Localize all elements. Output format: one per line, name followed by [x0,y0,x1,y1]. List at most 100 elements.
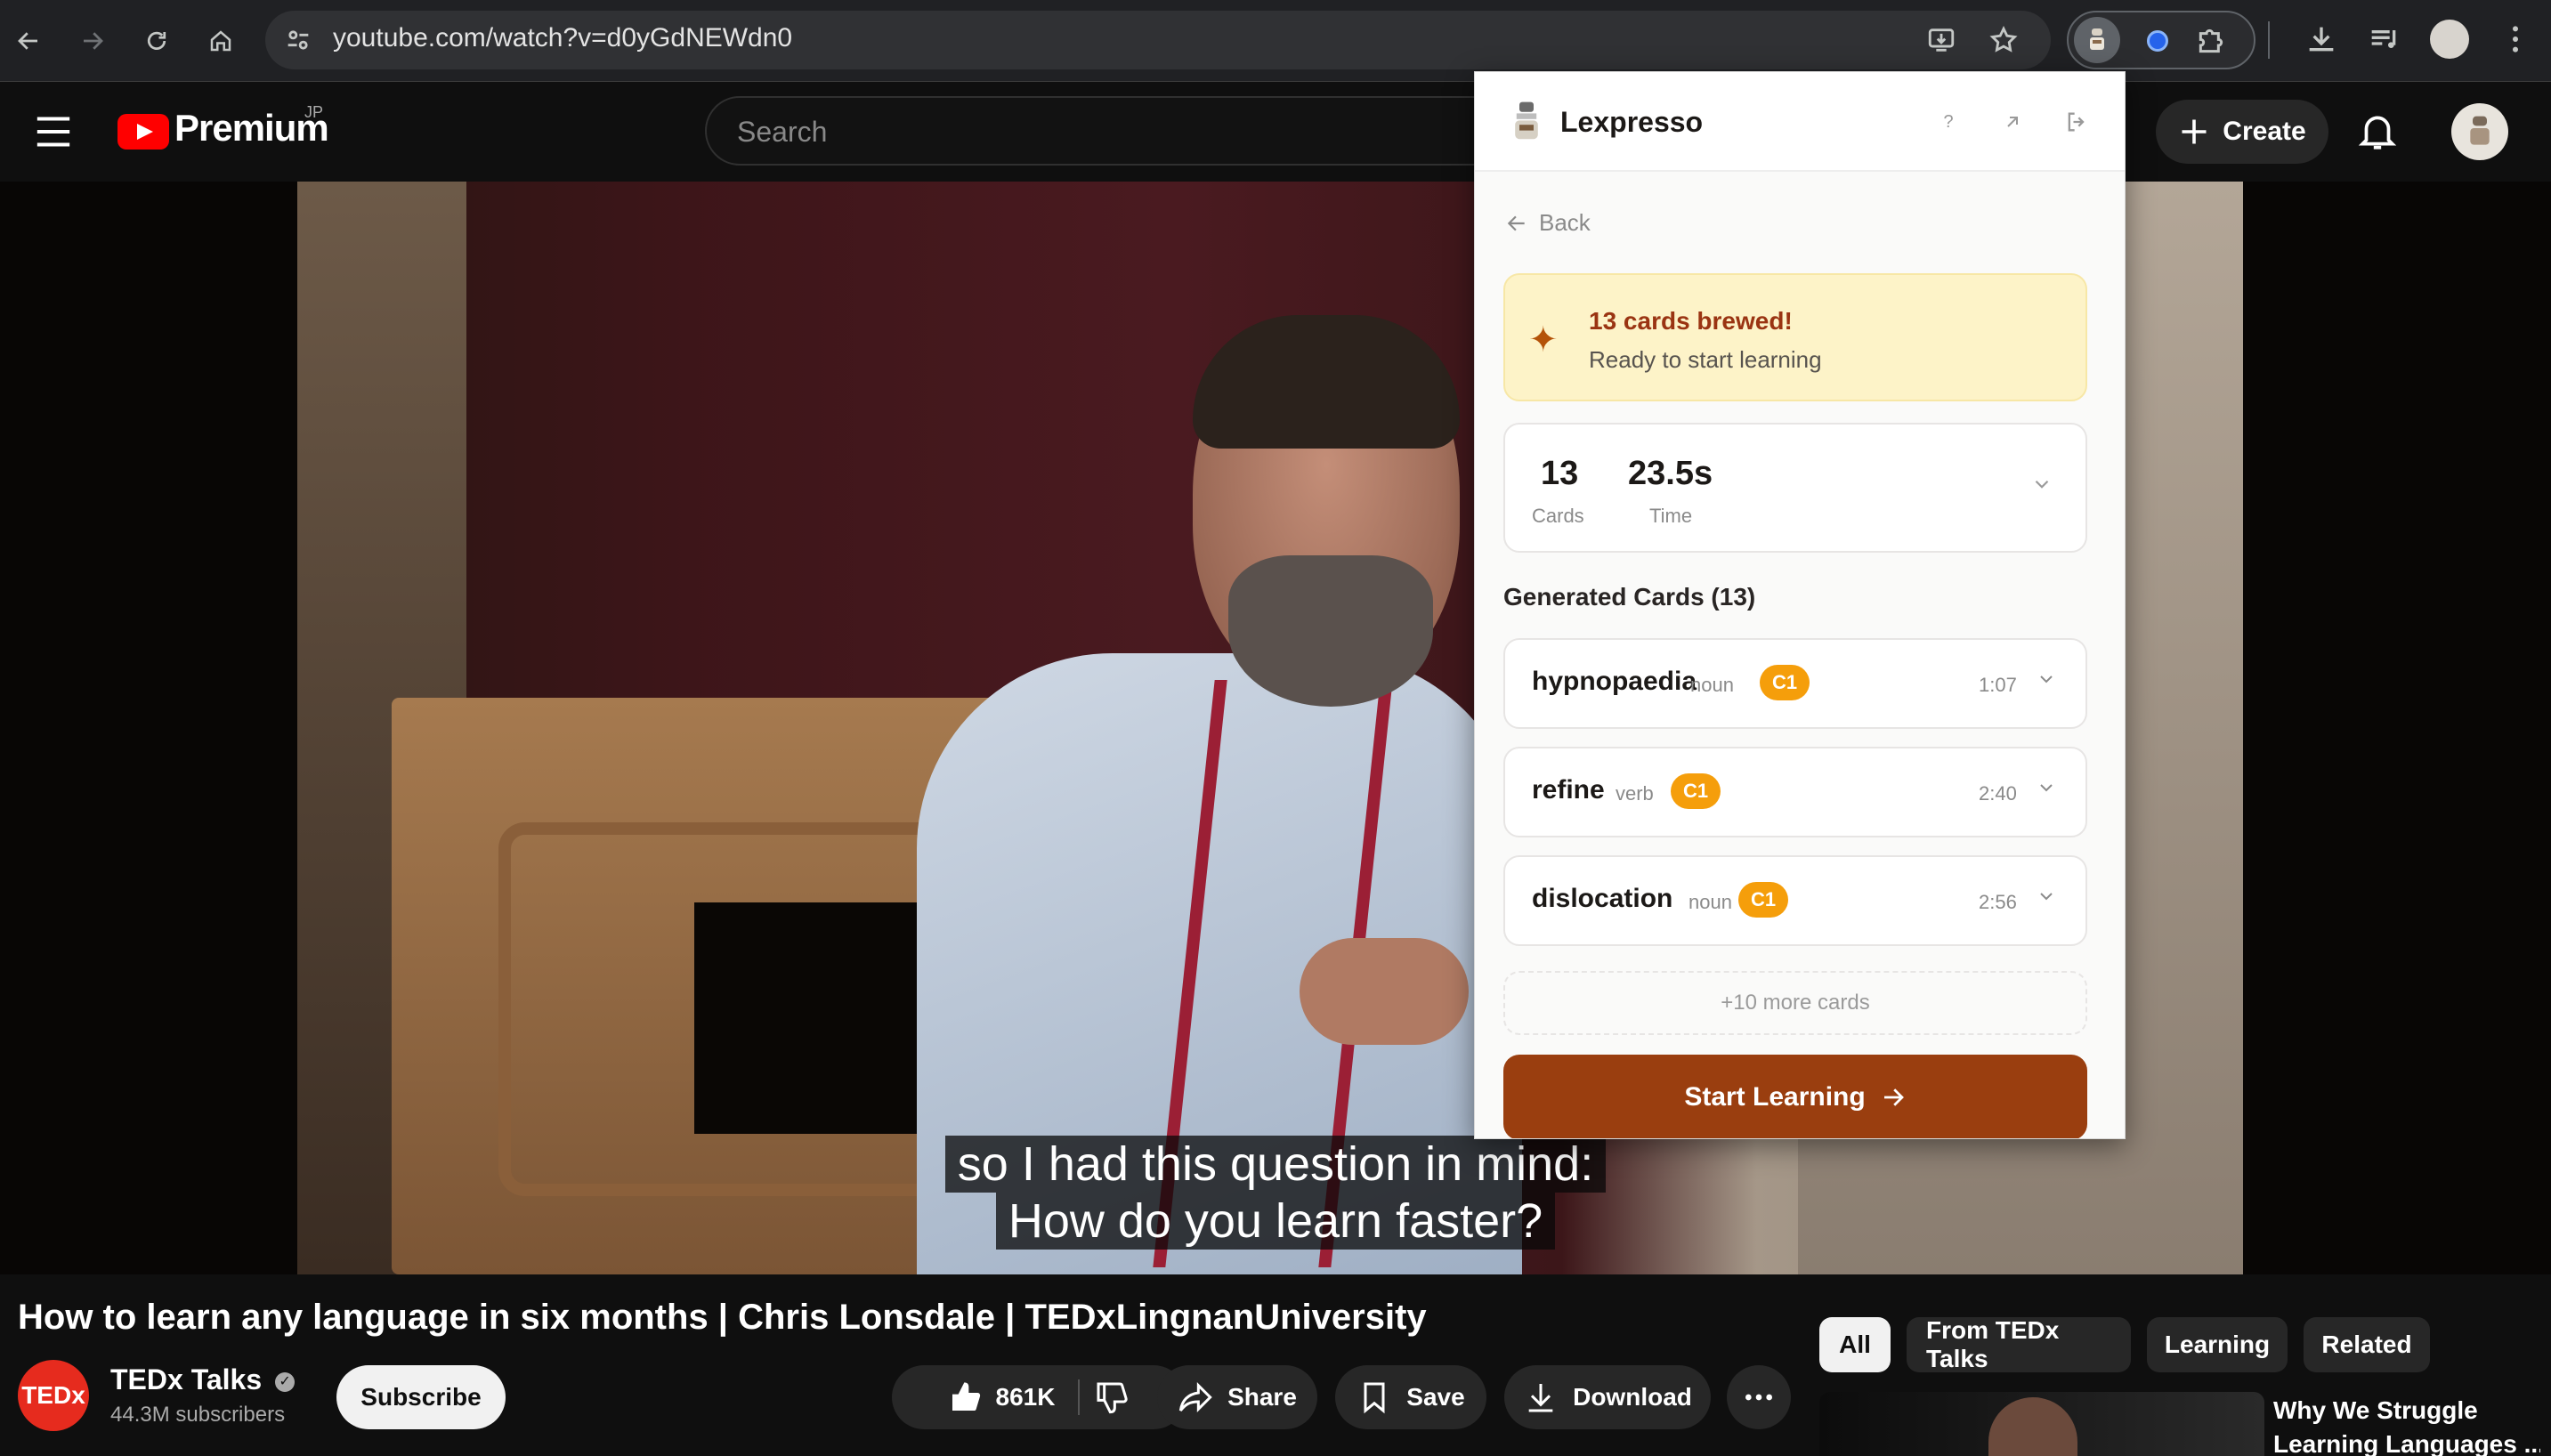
chip-from-tedx-talks[interactable]: From TEDx Talks [1907,1316,2131,1372]
start-learning-button[interactable]: Start Learning [1503,1055,2087,1138]
video-speaker-hand [1300,938,1469,1045]
media-control-icon[interactable] [2366,21,2401,57]
like-button[interactable]: 861K [948,1379,1081,1415]
chip-learning[interactable]: Learning [2147,1317,2288,1372]
more-vertical-icon[interactable] [2498,21,2533,57]
card-level-badge: C1 [1760,665,1810,700]
youtube-logo-icon[interactable] [117,114,169,150]
video-player[interactable]: so I had this question in mind: How do y… [0,182,2551,1274]
share-label: Share [1227,1383,1297,1411]
reco-title-line-2: Learning Languages ... [2273,1430,2540,1456]
card-item[interactable]: refine verb C1 2:40 [1503,747,2087,837]
browser-toolbar: youtube.com/watch?v=d0yGdNEWdn0 [0,0,2551,82]
notifications-bell-icon[interactable] [2355,109,2400,153]
download-button[interactable]: Download [1504,1365,1711,1429]
back-arrow-icon [1507,215,1525,231]
share-button[interactable]: Share [1157,1365,1317,1429]
home-icon[interactable] [196,16,246,66]
time-label: Time [1649,505,1693,527]
download-label: Download [1573,1383,1692,1411]
back-button[interactable]: Back [1505,209,1591,237]
logout-icon[interactable] [2059,104,2094,140]
like-count: 861K [995,1383,1056,1411]
open-external-icon[interactable] [1995,104,2030,140]
save-label: Save [1406,1383,1465,1411]
address-bar[interactable]: youtube.com/watch?v=d0yGdNEWdn0 [265,11,2051,69]
card-level-badge: C1 [1738,882,1789,918]
channel-name-text[interactable]: TEDx Talks [110,1363,262,1395]
dislike-button[interactable] [1094,1379,1130,1415]
install-app-icon[interactable] [1926,25,1956,55]
recommended-video-thumbnail[interactable] [1819,1392,2264,1456]
save-button[interactable]: Save [1335,1365,1486,1429]
bookmark-star-icon[interactable] [1988,25,2019,55]
caption-line-2: How do you learn faster? [995,1193,1556,1250]
extension-title: Lexpresso [1560,106,1704,138]
chip-all[interactable]: All [1819,1317,1891,1372]
card-part-of-speech: noun [1690,674,1734,696]
forward-arrow-icon[interactable] [68,16,117,66]
card-timestamp: 1:07 [1979,674,2017,696]
verified-check-icon: ✓ [275,1371,296,1392]
hamburger-menu-icon[interactable] [34,114,73,150]
card-timestamp: 2:40 [1979,782,2017,805]
caption-line-1: so I had this question in mind: [944,1136,1607,1193]
account-avatar[interactable] [2451,103,2508,160]
cards-count: 13 [1541,455,1579,492]
card-part-of-speech: verb [1616,782,1654,805]
card-timestamp: 2:56 [1979,891,2017,913]
thumbs-down-icon [1097,1382,1129,1414]
chevron-down-icon[interactable] [2036,777,2057,798]
video-info: How to learn any language in six months … [0,1274,2551,1456]
card-word: dislocation [1532,884,1673,913]
lexpresso-logo-icon [1510,101,1543,143]
back-arrow-icon[interactable] [4,16,53,66]
reload-icon[interactable] [132,16,182,66]
plus-icon [2182,119,2207,144]
start-learning-label: Start Learning [1684,1082,1866,1112]
reco-title-line-1: Why We Struggle [2273,1396,2478,1424]
youtube-header: Premium JP Search Create [0,82,2551,182]
puzzle-extensions-icon[interactable] [2193,23,2229,59]
channel-avatar[interactable]: TEDx [18,1360,89,1431]
card-word: hypnopaedia [1532,667,1697,696]
card-item[interactable]: dislocation noun C1 2:56 [1503,855,2087,946]
share-icon [1178,1382,1212,1412]
extensions-group [2067,11,2255,69]
chevron-down-icon[interactable] [2036,886,2057,907]
recommended-video-title[interactable]: Why We Struggle Learning Languages ... [2273,1394,2540,1456]
video-speaker-beard [1228,555,1433,707]
help-icon[interactable]: ? [1931,104,1966,140]
card-item[interactable]: hypnopaedia noun C1 1:07 [1503,638,2087,729]
screen: youtube.com/watch?v=d0yGdNEWdn0 Premium … [0,0,2551,1456]
chevron-down-icon[interactable] [2030,473,2053,496]
thumbnail-person [1988,1397,2077,1456]
lexpresso-extension-icon[interactable] [2074,17,2120,63]
time-value: 23.5s [1628,455,1713,492]
more-horizontal-icon [1745,1394,1772,1401]
stats-panel[interactable]: 13 Cards 23.5s Time [1503,423,2087,553]
subscribe-button[interactable]: Subscribe [336,1365,506,1429]
url-text[interactable]: youtube.com/watch?v=d0yGdNEWdn0 [333,23,792,53]
profile-avatar[interactable] [2430,20,2469,59]
more-cards-indicator[interactable]: +10 more cards [1503,971,2087,1035]
more-actions-button[interactable] [1727,1365,1791,1429]
thumbs-up-icon [952,1382,980,1411]
create-button[interactable]: Create [2156,100,2328,164]
like-dislike-group: 861K [892,1365,1186,1429]
region-code: JP [304,103,324,121]
chevron-down-icon[interactable] [2036,668,2057,690]
back-label: Back [1539,209,1591,236]
card-part-of-speech: noun [1689,891,1732,913]
channel-name[interactable]: TEDx Talks ✓ [110,1363,296,1396]
downloads-icon[interactable] [2304,21,2339,57]
lexpresso-popup: Lexpresso ? Back ✦ 13 cards brewed! Read… [1474,71,2126,1139]
blue-extension-icon[interactable] [2147,30,2168,52]
site-settings-icon[interactable] [283,25,313,55]
card-level-badge: C1 [1671,773,1721,809]
card-word: refine [1532,775,1605,805]
sparkle-icon: ✦ [1528,320,1559,360]
video-title: How to learn any language in six months … [18,1298,1427,1337]
chip-related[interactable]: Related [2304,1317,2430,1372]
toolbar-divider [2268,21,2270,59]
